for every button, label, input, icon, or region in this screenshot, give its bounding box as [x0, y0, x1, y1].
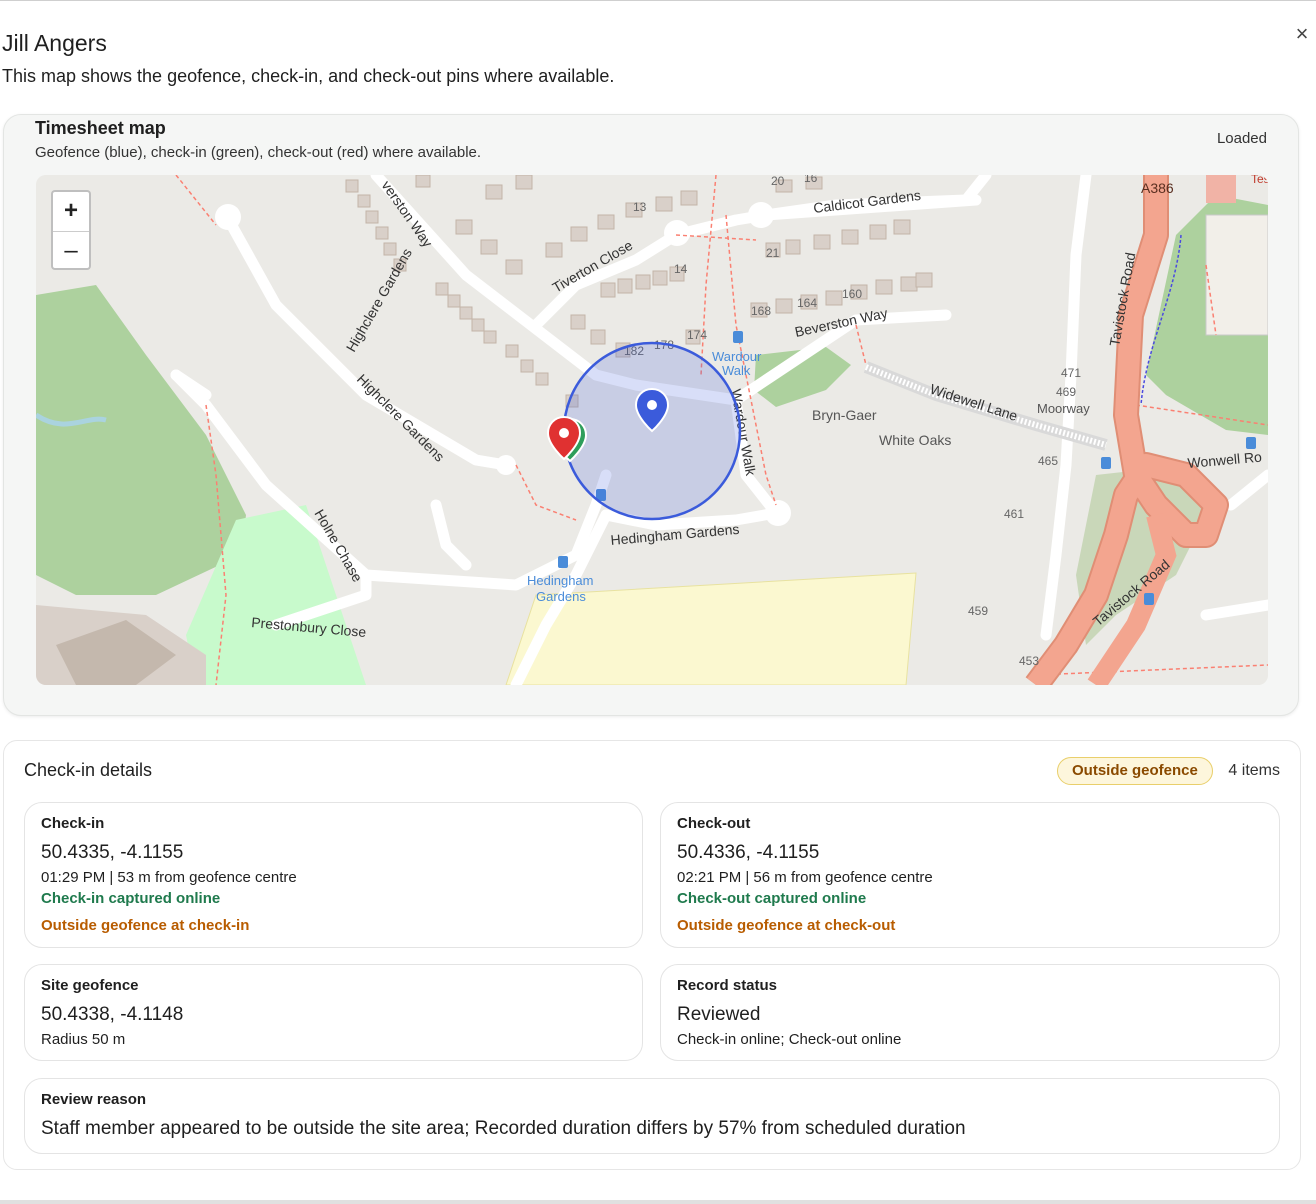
checkout-meta: 02:21 PM | 56 m from geofence centre [677, 869, 933, 886]
svg-text:16: 16 [804, 175, 818, 185]
svg-text:21: 21 [766, 246, 780, 260]
bus-stop-icon [733, 331, 743, 343]
bus-stop-icon [558, 556, 568, 568]
svg-text:469: 469 [1056, 385, 1076, 399]
close-icon[interactable]: × [1290, 22, 1314, 46]
checkin-geofence-warning: Outside geofence at check-in [41, 917, 250, 934]
checkin-details-card: Check-in details Outside geofence 4 item… [3, 740, 1301, 1170]
record-status-label: Record status [677, 977, 778, 994]
map-card-subtitle: Geofence (blue), check-in (green), check… [35, 144, 482, 161]
zoom-control: + – [51, 190, 91, 270]
checkin-meta: 01:29 PM | 53 m from geofence centre [41, 869, 297, 886]
map-label-wardour-2: Walk [722, 363, 751, 378]
svg-text:459: 459 [968, 604, 988, 618]
outside-geofence-badge: Outside geofence [1057, 757, 1213, 785]
checkout-label: Check-out [677, 815, 751, 832]
map-canvas: Caldicot Gardens Tiverton Close verston … [36, 175, 1268, 685]
checkout-tile: Check-out 50.4336, -4.1155 02:21 PM | 56… [660, 802, 1280, 948]
map-label-moorway: Moorway [1037, 401, 1090, 416]
dialog-title: Jill Angers [2, 30, 107, 56]
record-status-tile: Record status Reviewed Check-in online; … [660, 964, 1280, 1061]
map-label-wardour-1: Wardour [712, 349, 762, 364]
review-reason-text: Staff member appeared to be outside the … [41, 1118, 966, 1139]
map-view[interactable]: + – Caldicot Gardens Tiverton Close vers… [36, 175, 1268, 685]
svg-text:168: 168 [751, 304, 771, 318]
svg-text:453: 453 [1019, 654, 1039, 668]
map-label-a386: A386 [1141, 180, 1174, 196]
map-label-tesco: Tesc [1251, 175, 1268, 186]
record-status-value: Reviewed [677, 1004, 761, 1025]
site-geofence-radius: Radius 50 m [41, 1031, 126, 1048]
record-status-meta: Check-in online; Check-out online [677, 1031, 902, 1048]
map-label-bryn-gaer: Bryn-Gaer [812, 407, 877, 423]
checkin-label: Check-in [41, 815, 105, 832]
map-label-hedingham-stop-1: Hedingham [527, 573, 594, 588]
zoom-out-button[interactable]: – [53, 232, 89, 271]
svg-text:14: 14 [674, 262, 688, 276]
map-status-label: Loaded [1216, 130, 1267, 147]
checkout-coords: 50.4336, -4.1155 [677, 842, 820, 863]
site-geofence-label: Site geofence [41, 977, 139, 994]
svg-text:471: 471 [1061, 366, 1081, 380]
checkin-tile: Check-in 50.4335, -4.1155 01:29 PM | 53 … [24, 802, 643, 948]
checkin-coords: 50.4335, -4.1155 [41, 842, 184, 863]
window-top-border [0, 0, 1316, 1]
checkin-online-status: Check-in captured online [41, 890, 221, 907]
window-bottom-border [0, 1200, 1316, 1204]
review-reason-label: Review reason [41, 1091, 147, 1108]
svg-text:465: 465 [1038, 454, 1058, 468]
svg-text:13: 13 [633, 200, 647, 214]
svg-text:164: 164 [797, 296, 817, 310]
bus-stop-icon [1144, 593, 1154, 605]
dialog-subtitle: This map shows the geofence, check-in, a… [2, 66, 615, 86]
map-card-title: Timesheet map [35, 118, 166, 138]
checkout-online-status: Check-out captured online [677, 890, 867, 907]
review-reason-tile: Review reason Staff member appeared to b… [24, 1078, 1280, 1154]
svg-text:20: 20 [771, 175, 785, 188]
site-geofence-tile: Site geofence 50.4338, -4.1148 Radius 50… [24, 964, 643, 1061]
tesco-building [1206, 175, 1236, 203]
zoom-in-button[interactable]: + [53, 192, 89, 232]
checkout-geofence-warning: Outside geofence at check-out [677, 917, 896, 934]
items-count: 4 items [1228, 762, 1280, 779]
parking-area [1205, 214, 1268, 336]
timesheet-map-card: Timesheet map Geofence (blue), check-in … [3, 114, 1299, 716]
details-title: Check-in details [24, 760, 153, 780]
site-geofence-coords: 50.4338, -4.1148 [41, 1004, 184, 1025]
svg-text:461: 461 [1004, 507, 1024, 521]
svg-text:174: 174 [687, 328, 707, 342]
map-label-white-oaks: White Oaks [879, 432, 951, 448]
bus-stop-icon [1246, 437, 1256, 449]
map-label-hedingham-stop-2: Gardens [536, 589, 586, 604]
bus-stop-icon [1101, 457, 1111, 469]
svg-text:160: 160 [842, 287, 862, 301]
